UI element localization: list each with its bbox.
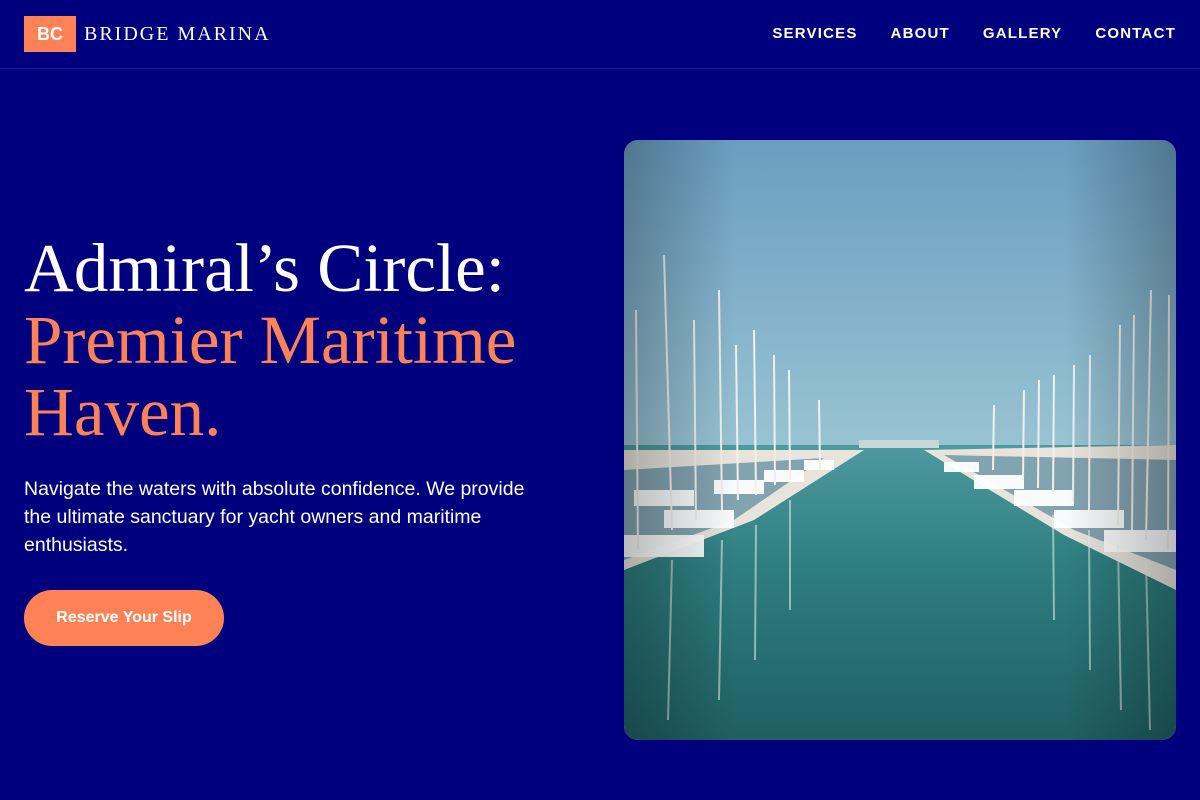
- site-header: BC BRIDGE MARINA SERVICES ABOUT GALLERY …: [0, 0, 1200, 69]
- hero-description: Navigate the waters with absolute confid…: [24, 478, 525, 556]
- hero-title: Admiral’s Circle: Premier Maritime Haven…: [24, 232, 594, 448]
- nav-link-services[interactable]: SERVICES: [772, 24, 857, 44]
- hero-title-line1: Admiral’s Circle:: [24, 230, 505, 306]
- logo-mark[interactable]: BC: [24, 16, 76, 52]
- hero-title-line2: Premier Maritime Haven.: [24, 302, 517, 450]
- nav-link-contact[interactable]: CONTACT: [1095, 24, 1176, 44]
- brand-name[interactable]: BRIDGE MARINA: [84, 22, 271, 46]
- nav-link-gallery[interactable]: GALLERY: [983, 24, 1063, 44]
- main-nav: SERVICES ABOUT GALLERY CONTACT: [772, 24, 1176, 44]
- reserve-slip-button[interactable]: Reserve Your Slip: [24, 590, 224, 646]
- marina-photo: [624, 140, 1176, 740]
- nav-link-about[interactable]: ABOUT: [891, 24, 950, 44]
